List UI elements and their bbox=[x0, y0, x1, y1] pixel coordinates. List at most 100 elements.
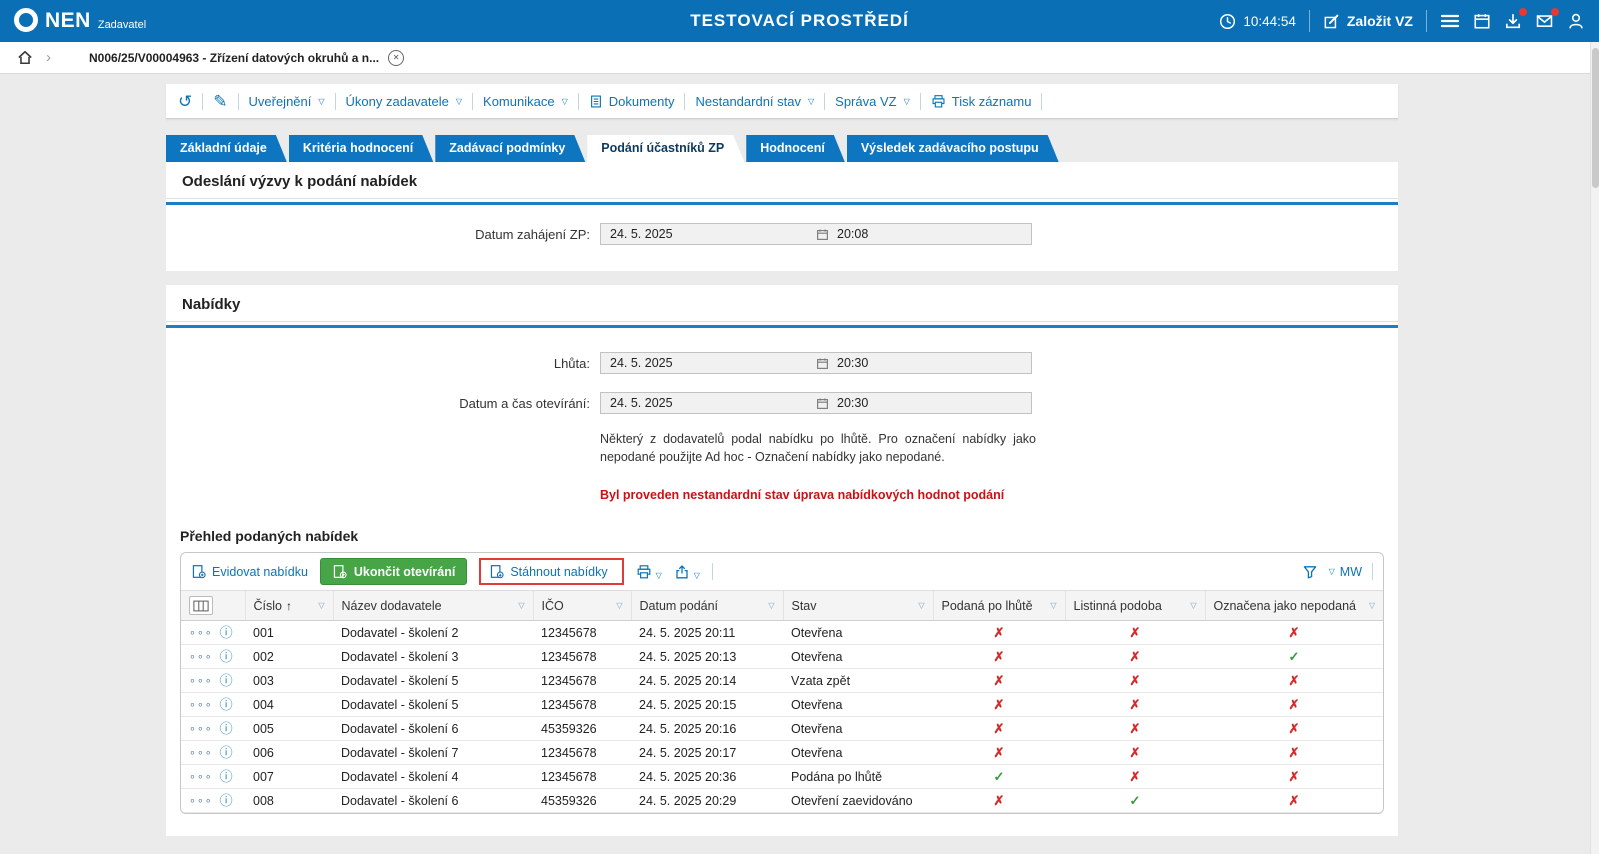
col-oznacena-jako-nepodana[interactable]: Označena jako nepodaná ▽ bbox=[1204, 591, 1383, 622]
register-offer-button[interactable]: Evidovat nabídku bbox=[191, 564, 308, 579]
menu-tisk-zaznamu[interactable]: Tisk záznamu bbox=[931, 94, 1031, 109]
filter-icon[interactable]: ▽ bbox=[768, 601, 774, 610]
filter-icon[interactable]: ▽ bbox=[1050, 601, 1056, 610]
time-value: 20:08 bbox=[837, 227, 869, 241]
row-menu-icon[interactable]: ∘∘∘ bbox=[189, 746, 213, 759]
scrollbar-thumb[interactable] bbox=[1592, 48, 1599, 188]
home-icon bbox=[18, 50, 32, 65]
row-menu-icon[interactable]: ∘∘∘ bbox=[189, 722, 213, 735]
history-icon[interactable]: ↺ bbox=[178, 93, 192, 110]
row-menu-icon[interactable]: ∘∘∘ bbox=[189, 794, 213, 807]
calendar-icon[interactable] bbox=[816, 228, 829, 241]
table-row[interactable]: ∘∘∘ ⓘ 008 Dodavatel - školení 6 45359326 24. … bbox=[181, 788, 1383, 814]
tab-zadavaci-podminky[interactable]: Zadávací podmínky bbox=[435, 135, 585, 162]
col-nazev-dodavatele[interactable]: Název dodavatele ▽ bbox=[332, 591, 533, 622]
hamburger-icon bbox=[1440, 14, 1460, 28]
menu-uverejneni[interactable]: Uveřejnění ▽ bbox=[249, 94, 325, 109]
check-icon: ✓ bbox=[993, 768, 1005, 784]
row-info-icon[interactable]: ⓘ bbox=[220, 746, 233, 759]
tab-kriteria-hodnoceni[interactable]: Kritéria hodnocení bbox=[289, 135, 433, 162]
cell-supplier: Dodavatel - školení 7 bbox=[333, 740, 533, 766]
filter-icon[interactable]: ▽ bbox=[518, 601, 524, 610]
table-row[interactable]: ∘∘∘ ⓘ 006 Dodavatel - školení 7 12345678 24. … bbox=[181, 740, 1383, 766]
row-menu-icon[interactable]: ∘∘∘ bbox=[189, 626, 213, 639]
header-divider bbox=[1308, 10, 1310, 32]
row-menu-icon[interactable]: ∘∘∘ bbox=[189, 674, 213, 687]
cell-paper: ✗ bbox=[1065, 740, 1205, 766]
calendar-icon[interactable] bbox=[816, 357, 829, 370]
lhuta-input[interactable]: 24. 5. 2025 20:30 bbox=[600, 352, 1032, 374]
home-button[interactable] bbox=[16, 49, 34, 66]
export-table-button[interactable]: ▽ bbox=[674, 564, 700, 580]
filter-icon[interactable] bbox=[1302, 564, 1318, 580]
col-cislo[interactable]: Číslo ↑ ▽ bbox=[244, 591, 333, 622]
row-info-icon[interactable]: ⓘ bbox=[220, 674, 233, 687]
download-offers-button[interactable]: Stáhnout nabídky bbox=[489, 564, 608, 579]
col-podana-po-lhute[interactable]: Podaná po lhůtě ▽ bbox=[932, 591, 1065, 622]
user-button[interactable] bbox=[1567, 12, 1585, 30]
menu-nestandardni-stav[interactable]: Nestandardní stav ▽ bbox=[695, 94, 814, 109]
chevron-down-icon: ▽ bbox=[808, 96, 815, 106]
menu-ukony-zadavatele[interactable]: Úkony zadavatele ▽ bbox=[346, 94, 463, 109]
cell-marked-not-submitted: ✗ bbox=[1205, 620, 1383, 646]
row-menu-icon[interactable]: ∘∘∘ bbox=[189, 650, 213, 663]
tab-vysledek-zadavaciho-postupu[interactable]: Výsledek zadávacího postupu bbox=[847, 135, 1059, 162]
record-tab[interactable]: N006/25/V00004963 - Zřízení datových okr… bbox=[63, 49, 408, 66]
col-ico[interactable]: IČO ▽ bbox=[532, 591, 631, 622]
calendar-icon[interactable] bbox=[816, 397, 829, 410]
nen-logo[interactable]: NEN Zadavatel bbox=[14, 8, 146, 34]
table-row[interactable]: ∘∘∘ ⓘ 004 Dodavatel - školení 5 12345678 24. … bbox=[181, 692, 1383, 718]
downloads-button[interactable] bbox=[1504, 8, 1527, 30]
tab-zakladni-udaje[interactable]: Základní údaje bbox=[166, 135, 287, 162]
cross-icon: ✗ bbox=[993, 624, 1005, 640]
tab-hodnoceni[interactable]: Hodnocení bbox=[746, 135, 845, 162]
finish-opening-button[interactable]: Ukončit otevírání bbox=[319, 558, 468, 586]
filter-icon[interactable]: ▽ bbox=[616, 601, 622, 610]
menu-sprava-vz[interactable]: Správa VZ ▽ bbox=[835, 94, 910, 109]
filter-icon[interactable]: ▽ bbox=[1369, 601, 1375, 610]
menu-komunikace[interactable]: Komunikace ▽ bbox=[483, 94, 568, 109]
filter-icon[interactable]: ▽ bbox=[918, 601, 924, 610]
tab-podani-ucastniku-zp[interactable]: Podání účastníků ZP bbox=[587, 135, 744, 162]
menu-dokumenty[interactable]: Dokumenty bbox=[589, 94, 674, 109]
main-menu-button[interactable] bbox=[1440, 13, 1460, 29]
cross-icon: ✗ bbox=[1129, 624, 1141, 640]
cell-paper: ✗ bbox=[1065, 620, 1205, 646]
cell-number: 002 bbox=[245, 644, 333, 670]
offers-table-title: Přehled podaných nabídek bbox=[180, 528, 359, 545]
table-row[interactable]: ∘∘∘ ⓘ 007 Dodavatel - školení 4 12345678 24. … bbox=[181, 764, 1383, 790]
row-menu-icon[interactable]: ∘∘∘ bbox=[189, 770, 213, 783]
messages-button[interactable] bbox=[1535, 8, 1559, 30]
table-row[interactable]: ∘∘∘ ⓘ 001 Dodavatel - školení 2 12345678 24. … bbox=[181, 620, 1383, 646]
col-datum-podani[interactable]: Datum podání ▽ bbox=[630, 591, 783, 622]
datum-zahajeni-input[interactable]: 24. 5. 2025 20:08 bbox=[600, 223, 1032, 245]
print-table-button[interactable]: ▽ bbox=[636, 564, 662, 580]
col-listinna-podoba[interactable]: Listinná podoba ▽ bbox=[1064, 591, 1205, 622]
row-info-icon[interactable]: ⓘ bbox=[220, 650, 233, 663]
table-row[interactable]: ∘∘∘ ⓘ 002 Dodavatel - školení 3 12345678 24. … bbox=[181, 644, 1383, 670]
oteviran-input[interactable]: 24. 5. 2025 20:30 bbox=[600, 392, 1032, 414]
table-row[interactable]: ∘∘∘ ⓘ 003 Dodavatel - školení 5 12345678 24. … bbox=[181, 668, 1383, 694]
row-info-icon[interactable]: ⓘ bbox=[220, 794, 233, 807]
row-info-icon[interactable]: ⓘ bbox=[220, 698, 233, 711]
close-icon[interactable]: ✕ bbox=[388, 49, 405, 66]
column-settings-button[interactable] bbox=[189, 596, 213, 616]
check-icon: ✓ bbox=[1288, 648, 1300, 664]
filter-icon[interactable]: ▽ bbox=[1190, 601, 1196, 610]
mw-view-button[interactable]: ▽ MW bbox=[1328, 565, 1362, 579]
row-info-icon[interactable]: ⓘ bbox=[220, 626, 233, 639]
page-scrollbar[interactable] bbox=[1590, 42, 1599, 854]
row-menu-icon[interactable]: ∘∘∘ bbox=[189, 698, 213, 711]
col-stav[interactable]: Stav ▽ bbox=[782, 591, 933, 622]
row-info-icon[interactable]: ⓘ bbox=[220, 722, 233, 735]
create-vz-button[interactable]: Založit VZ bbox=[1323, 13, 1413, 30]
table-row[interactable]: ∘∘∘ ⓘ 005 Dodavatel - školení 6 45359326 24. … bbox=[181, 716, 1383, 742]
filter-icon[interactable]: ▽ bbox=[318, 601, 324, 610]
row-info-icon[interactable]: ⓘ bbox=[220, 770, 233, 783]
tab-label: Hodnocení bbox=[760, 141, 825, 155]
calendar-button[interactable] bbox=[1473, 12, 1491, 30]
edit-icon[interactable]: ✎ bbox=[213, 93, 227, 110]
tab-label: Zadávací podmínky bbox=[449, 141, 566, 155]
chevron-down-icon: ▽ bbox=[903, 96, 910, 106]
printer-icon bbox=[932, 94, 945, 108]
